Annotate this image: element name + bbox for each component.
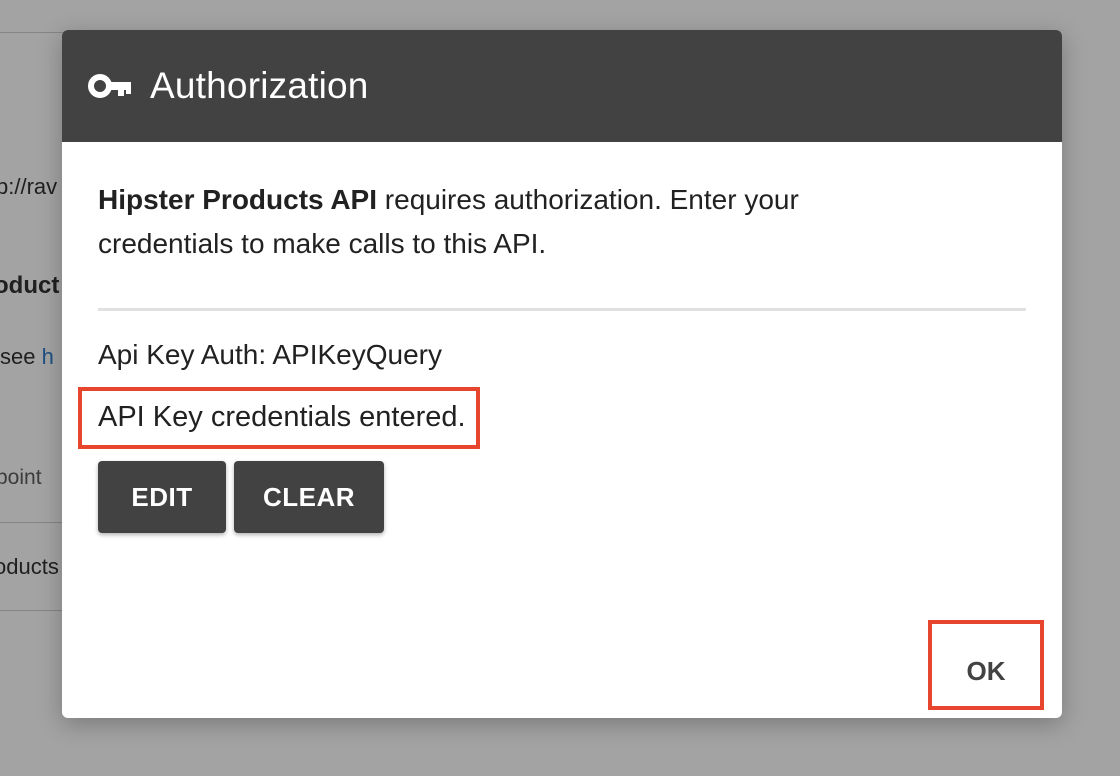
credential-actions: EDIT CLEAR [98, 461, 1026, 533]
auth-scheme-label: Api Key Auth: APIKeyQuery [98, 339, 442, 370]
ok-button[interactable]: OK [936, 638, 1036, 704]
authorization-dialog: Authorization Hipster Products API requi… [62, 30, 1062, 718]
bg-heading: oduct [0, 272, 60, 299]
credentials-status: API Key credentials entered. [78, 387, 480, 449]
edit-button[interactable]: EDIT [98, 461, 226, 533]
bg-products-cell: oducts [0, 554, 59, 579]
bg-table-divider [0, 522, 64, 523]
bg-row-divider [0, 610, 64, 611]
dialog-body: Hipster Products API requires authorizat… [62, 142, 1062, 533]
auth-description: Hipster Products API requires authorizat… [98, 178, 918, 266]
dialog-header: Authorization [62, 30, 1062, 142]
clear-button[interactable]: CLEAR [234, 461, 384, 533]
bg-endpoint-header: point [0, 466, 42, 489]
bg-url-text: p://rav [0, 174, 58, 199]
api-name: Hipster Products API [98, 184, 378, 215]
key-icon [88, 73, 132, 99]
bg-see-line: see h [0, 344, 54, 370]
dialog-title: Authorization [150, 65, 369, 106]
credentials-status-text: API Key credentials entered. [98, 401, 466, 433]
bg-link[interactable]: h [42, 344, 54, 369]
section-divider [98, 308, 1026, 311]
bg-divider [0, 32, 64, 33]
bg-see-text: see [0, 344, 36, 369]
